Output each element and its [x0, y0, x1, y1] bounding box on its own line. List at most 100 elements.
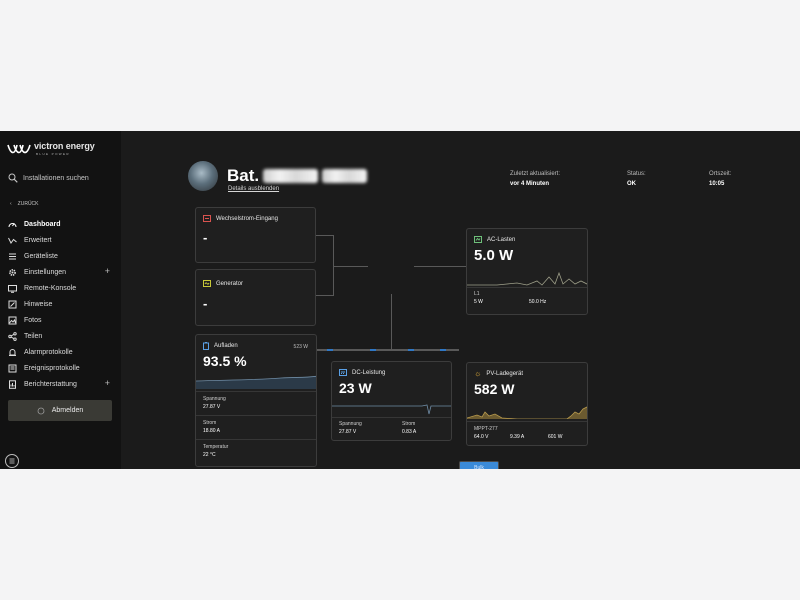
console-icon	[8, 284, 17, 293]
sidebar-item-label: Ereignisprotokolle	[24, 364, 80, 372]
status-value: OK	[627, 181, 636, 187]
generator-card[interactable]: Generator -	[195, 269, 316, 326]
sidebar-item-alarmprotokolle[interactable]: Alarmprotokolle	[8, 344, 114, 360]
search-icon	[8, 173, 18, 183]
sidebar-item-fotos[interactable]: Fotos	[8, 312, 114, 328]
sidebar-item-teilen[interactable]: Teilen	[8, 328, 114, 344]
ac-loads-value: 5.0 W	[474, 247, 514, 264]
sidebar-item-ereignisprotokolle[interactable]: Ereignisprotokolle	[8, 360, 114, 376]
local-time-value: 10:05	[709, 181, 725, 187]
brand-tagline: BLUE POWER	[36, 152, 71, 156]
local-time: Ortszeit: 10:05	[709, 169, 731, 189]
gauge-icon	[8, 220, 17, 229]
sidebar-item-label: Dashboard	[24, 220, 61, 228]
sidebar-item-hinweise[interactable]: Hinweise	[8, 296, 114, 312]
sidebar: victron energy BLUE POWER Installationen…	[0, 131, 121, 469]
back-link[interactable]: ‹ ZURÜCK	[10, 201, 39, 207]
battery-power: 523 W	[293, 344, 308, 350]
power-icon	[37, 407, 45, 414]
note-icon	[8, 300, 17, 309]
hide-details-link[interactable]: Details ausblenden	[228, 186, 279, 192]
battery-soc: 93.5 %	[203, 353, 247, 369]
temperature-label: Temperatur	[203, 444, 229, 450]
ac-loads-icon	[474, 236, 482, 243]
ac-loads-card[interactable]: AC-Lasten 5.0 W L1 5 W 50.0 Hz	[466, 228, 588, 315]
frequency: 50.0 Hz	[529, 299, 547, 305]
status-label: Status:	[627, 171, 646, 177]
redacted-name	[322, 169, 368, 183]
sidebar-item-geraeteliste[interactable]: Geräteliste	[8, 248, 114, 264]
sidebar-item-berichterstattung[interactable]: Berichterstattung +	[8, 376, 114, 392]
expand-plus-icon[interactable]: +	[105, 379, 110, 388]
victron-logo[interactable]: victron energy BLUE POWER	[7, 142, 95, 156]
status: Status: OK	[627, 169, 646, 189]
redacted-name	[263, 169, 319, 183]
battery-icon	[203, 342, 209, 350]
wire-generator	[316, 295, 333, 296]
sidebar-item-dashboard[interactable]: Dashboard	[8, 216, 114, 232]
sidebar-item-label: Erweitert	[24, 236, 52, 244]
flow-dot	[408, 349, 414, 351]
card-title: Generator	[216, 280, 244, 287]
sun-icon: ☼	[474, 369, 482, 378]
card-title: PV-Ladegerät	[486, 370, 524, 377]
collapse-sidebar-icon[interactable]	[5, 454, 19, 468]
list-icon	[8, 252, 17, 261]
expand-plus-icon[interactable]: +	[105, 267, 110, 276]
brand-name: victron energy	[34, 141, 95, 151]
phase-label: L1	[474, 291, 480, 297]
generator-value: -	[203, 296, 208, 311]
dc-voltage: 27.87 V	[339, 429, 357, 435]
dc-power-sparkline	[332, 404, 451, 415]
sidebar-item-einstellungen[interactable]: Einstellungen +	[8, 264, 114, 280]
last-updated-label: Zuletzt aktualisiert:	[510, 171, 561, 177]
card-title: Aufladen	[214, 343, 238, 349]
card-title: DC-Leistung	[352, 369, 386, 376]
logout-label: Abmelden	[51, 407, 84, 414]
sidebar-item-remote-konsole[interactable]: Remote-Konsole	[8, 280, 114, 296]
battery-current: 18.80 A	[203, 428, 220, 434]
pv-charger-card[interactable]: ☼ PV-Ladegerät 582 W MPPT-277 64.0 V 9.3…	[466, 362, 588, 446]
last-updated-value: vor 4 Minuten	[510, 181, 550, 187]
sidebar-nav: Dashboard Erweitert Geräteliste Einstell…	[8, 216, 114, 392]
sidebar-item-erweitert[interactable]: Erweitert	[8, 232, 114, 248]
installation-avatar	[188, 161, 218, 191]
ac-loads-sparkline	[467, 271, 587, 286]
sidebar-item-label: Teilen	[24, 332, 43, 340]
search-placeholder: Installationen suchen	[23, 174, 89, 182]
pv-power-value: 582 W	[474, 381, 515, 397]
dc-power-card[interactable]: DC-Leistung 23 W Spannung 27.87 V Strom …	[331, 361, 452, 441]
battery-temperature: 22 °C	[203, 452, 216, 458]
ac-input-icon	[203, 215, 211, 222]
photo-icon	[8, 316, 17, 325]
last-updated: Zuletzt aktualisiert: vor 4 Minuten	[510, 169, 560, 189]
wire-dc-bus	[317, 349, 459, 351]
victron-logo-icon	[7, 144, 31, 154]
battery-soc-sparkline	[196, 375, 316, 389]
ac-input-card[interactable]: Wechselstrom-Eingang -	[195, 207, 316, 263]
app-window: victron energy BLUE POWER Installationen…	[0, 131, 800, 469]
dc-power-icon	[339, 369, 347, 376]
current-label: Strom	[203, 420, 217, 426]
flow-dot	[370, 349, 376, 351]
card-title: AC-Lasten	[487, 236, 516, 243]
sidebar-item-label: Einstellungen	[24, 268, 67, 276]
battery-card[interactable]: Aufladen 523 W 93.5 % Spannung 27.87 V S…	[195, 334, 317, 467]
phase-power: 5 W	[474, 299, 483, 305]
wire-to-ac-loads	[414, 266, 466, 267]
sidebar-item-label: Fotos	[24, 316, 42, 324]
charger-widget[interactable]: Bulk	[459, 461, 499, 469]
wire-inverter-dc	[391, 294, 392, 349]
installation-search[interactable]: Installationen suchen	[8, 173, 89, 183]
logout-button[interactable]: Abmelden	[8, 400, 112, 421]
mppt-device: MPPT-277	[474, 426, 498, 432]
pv-power: 601 W	[548, 434, 563, 440]
pv-current: 9.39 A	[510, 434, 525, 440]
chevron-left-icon: ‹	[10, 201, 12, 207]
card-title: Wechselstrom-Eingang	[216, 215, 278, 222]
sidebar-item-label: Berichterstattung	[24, 380, 77, 388]
sidebar-item-label: Remote-Konsole	[24, 284, 77, 292]
charger-state: Bulk	[460, 462, 498, 469]
flow-dot	[440, 349, 446, 351]
wire-to-inverter	[333, 266, 368, 267]
